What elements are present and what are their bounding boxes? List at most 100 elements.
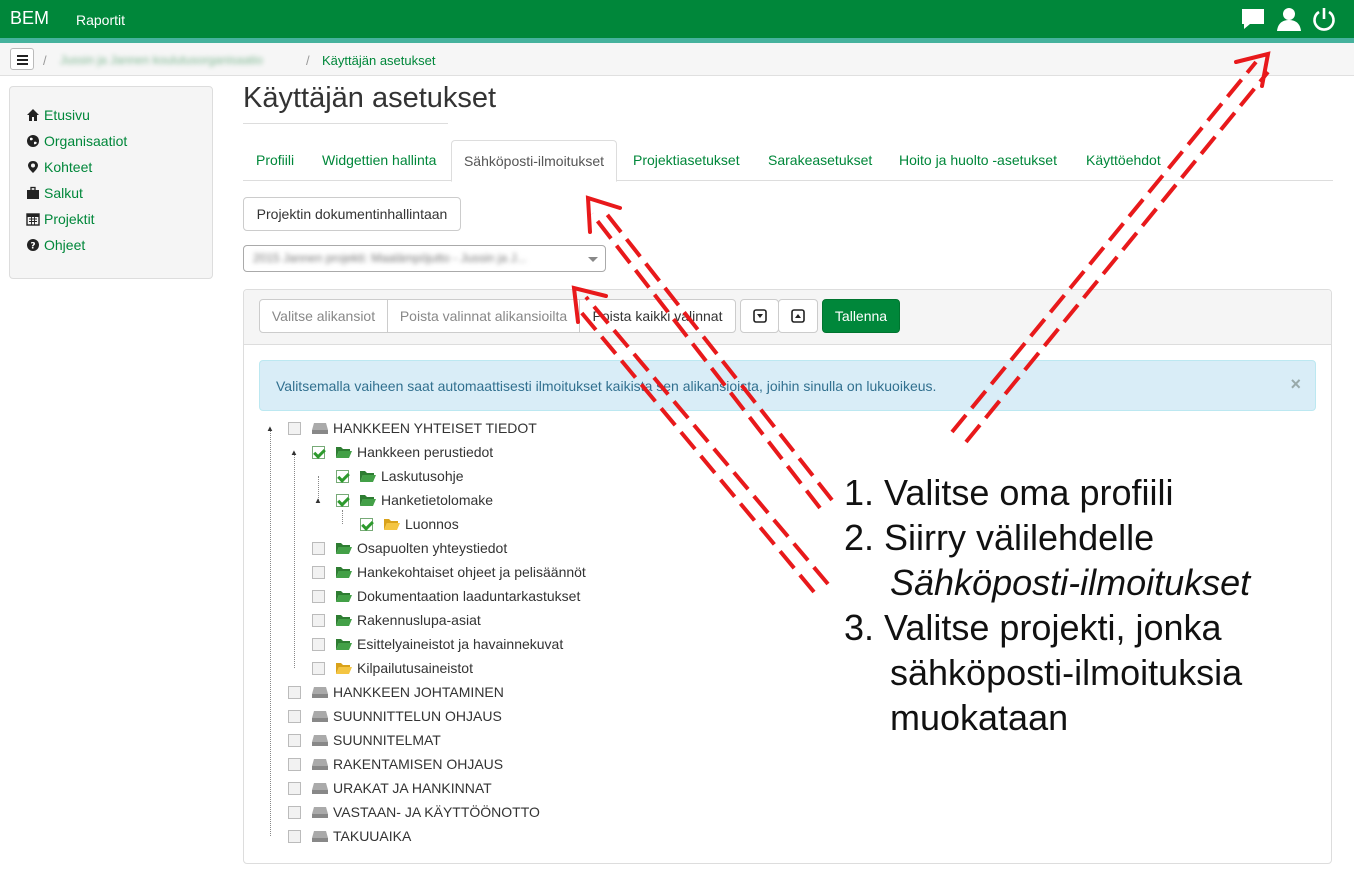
checkbox[interactable] (288, 829, 301, 843)
instruction-step-3-end: muokataan (890, 697, 1069, 738)
chevron-down-icon (588, 257, 598, 262)
tree-node[interactable]: Kilpailutusaineistot (290, 658, 473, 678)
select-subfolders-button[interactable]: Valitse alikansiot (259, 299, 388, 333)
checkbox[interactable] (288, 805, 301, 819)
tree-node[interactable]: HANKKEEN JOHTAMINEN (266, 682, 504, 702)
tree-node-label: HANKKEEN YHTEISET TIEDOT (333, 420, 537, 436)
checkbox-checked[interactable] (336, 493, 349, 507)
expand-all-button[interactable] (778, 299, 818, 333)
project-select[interactable]: 2015 Jannen projekti: Maalämpöjutto - Ju… (243, 245, 606, 272)
tree-node[interactable]: Rakennuslupa-asiat (290, 610, 481, 630)
checkbox[interactable] (312, 541, 325, 555)
title-divider (243, 123, 448, 124)
user-icon[interactable] (1276, 6, 1302, 32)
chat-icon[interactable] (1240, 6, 1266, 32)
nav-reports-link[interactable]: Raportit (76, 12, 125, 28)
tree-node-label: RAKENTAMISEN OHJAUS (333, 756, 504, 772)
checkbox[interactable] (288, 709, 301, 723)
sidebar-item-salkut[interactable]: Salkut (26, 183, 83, 203)
tree-node[interactable]: ▲ HANKKEEN YHTEISET TIEDOT (266, 418, 537, 438)
checkbox[interactable] (288, 685, 301, 699)
tree-node-label: Hankkeen perustiedot (357, 444, 494, 460)
sidebar-item-projektit[interactable]: Projektit (26, 209, 95, 229)
project-doc-management-button[interactable]: Projektin dokumentinhallintaan (243, 197, 461, 231)
tree-node[interactable]: Osapuolten yhteystiedot (290, 538, 507, 558)
folder-open-icon (336, 543, 352, 554)
checkbox[interactable] (312, 589, 325, 603)
tree-node[interactable]: Dokumentaation laaduntarkastukset (290, 586, 580, 606)
tree-node-label: Kilpailutusaineistot (357, 660, 473, 676)
folder-yellow-icon (336, 663, 352, 674)
sidebar-item-label: Ohjeet (44, 237, 86, 253)
sidebar-item-etusivu[interactable]: Etusivu (26, 105, 90, 125)
drive-icon (312, 783, 328, 794)
folder-open-icon (360, 471, 376, 482)
tree-node-label: SUUNNITTELUN OHJAUS (333, 708, 502, 724)
instruction-step-3-cont: sähköposti-ilmoituksia (890, 652, 1243, 693)
tab-sarakeasetukset[interactable]: Sarakeasetukset (768, 140, 872, 181)
breadcrumb-current[interactable]: Käyttäjän asetukset (322, 53, 435, 68)
tree-node[interactable]: ▲ Hankkeen perustiedot (290, 442, 493, 462)
tree-node[interactable]: TAKUUAIKA (266, 826, 411, 846)
tree-node[interactable]: ▲ Hanketietolomake (314, 490, 493, 510)
tree-node-label: Dokumentaation laaduntarkastukset (357, 588, 581, 604)
instruction-step-1: 1. Valitse oma profiili (844, 472, 1174, 513)
breadcrumb-separator: / (43, 53, 47, 68)
expand-icon (791, 309, 805, 323)
tree-node[interactable]: VASTAAN- JA KÄYTTÖÖNOTTO (266, 802, 540, 822)
drive-icon (312, 807, 328, 818)
tree-node[interactable]: SUUNNITELMAT (266, 730, 441, 750)
sidebar-item-label: Kohteet (44, 159, 93, 175)
sidebar-item-ohjeet[interactable]: ? Ohjeet (26, 235, 85, 255)
tab-sahkoposti-ilmoitukset[interactable]: Sähköposti-ilmoitukset (451, 140, 617, 182)
brand-logo[interactable]: BEM (10, 8, 49, 29)
briefcase-icon (27, 186, 39, 199)
tree-node[interactable]: URAKAT JA HANKINNAT (266, 778, 492, 798)
checkbox[interactable] (288, 781, 301, 795)
tab-kayttoehdot[interactable]: Käyttöehdot (1086, 140, 1161, 181)
clear-all-button[interactable]: Poista kaikki valinnat (579, 299, 736, 333)
checkbox[interactable] (312, 565, 325, 579)
tree-node[interactable]: RAKENTAMISEN OHJAUS (266, 754, 503, 774)
folder-open-icon (336, 447, 352, 458)
instruction-step-2-tab-name: Sähköposti-ilmoitukset (890, 562, 1251, 603)
checkbox[interactable] (288, 757, 301, 771)
tree-node[interactable]: Hankekohtaiset ohjeet ja pelisäännöt (290, 562, 586, 582)
tab-widgettien-hallinta[interactable]: Widgettien hallinta (322, 140, 436, 181)
checkbox-checked[interactable] (360, 517, 373, 531)
folder-open-icon (336, 567, 352, 578)
breadcrumb-organization[interactable]: Jussin ja Jannen koulutusorganisaatio (60, 53, 263, 67)
collapse-all-button[interactable] (740, 299, 779, 333)
instruction-step-3: 3. Valitse projekti, jonka (844, 607, 1222, 648)
menu-toggle-button[interactable] (10, 48, 34, 70)
checkbox[interactable] (312, 661, 325, 675)
power-icon[interactable] (1311, 6, 1337, 32)
tree-node[interactable]: SUUNNITTELUN OHJAUS (266, 706, 502, 726)
tree-node-label: HANKKEEN JOHTAMINEN (333, 684, 504, 700)
info-alert: Valitsemalla vaiheen saat automaattisest… (259, 360, 1316, 411)
tree-node-label: Rakennuslupa-asiat (357, 612, 481, 628)
tree-node[interactable]: Luonnos (338, 514, 459, 534)
checkbox-checked[interactable] (336, 469, 349, 483)
checkbox-checked[interactable] (312, 445, 325, 459)
calendar-icon (26, 213, 40, 226)
clear-subfolders-button[interactable]: Poista valinnat alikansioilta (387, 299, 580, 333)
sidebar: Etusivu Organisaatiot Kohteet Salkut Pro… (9, 86, 213, 279)
close-icon[interactable]: × (1290, 374, 1301, 395)
tab-projektiasetukset[interactable]: Projektiasetukset (633, 140, 740, 181)
sidebar-item-organisaatiot[interactable]: Organisaatiot (26, 131, 127, 151)
checkbox[interactable] (312, 637, 325, 651)
tree-node[interactable]: Esittelyaineistot ja havainnekuvat (290, 634, 563, 654)
checkbox[interactable] (288, 421, 301, 435)
checkbox[interactable] (312, 613, 325, 627)
checkbox[interactable] (288, 733, 301, 747)
page-title: Käyttäjän asetukset (243, 82, 497, 114)
sidebar-item-kohteet[interactable]: Kohteet (26, 157, 92, 177)
home-icon (27, 109, 39, 121)
tree-node[interactable]: Laskutusohje (314, 466, 464, 486)
save-button[interactable]: Tallenna (822, 299, 900, 333)
folder-open-icon (336, 615, 352, 626)
tab-profiili[interactable]: Profiili (256, 140, 294, 181)
folder-open-icon (360, 495, 376, 506)
tab-hoito-ja-huolto[interactable]: Hoito ja huolto -asetukset (899, 140, 1057, 181)
